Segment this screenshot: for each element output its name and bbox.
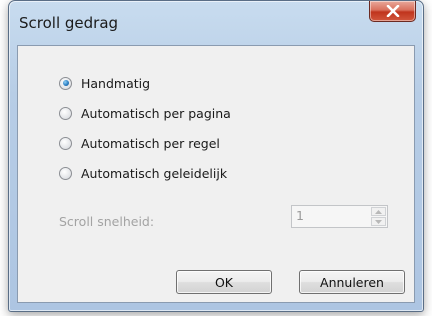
spin-down-button[interactable]	[371, 217, 386, 226]
spin-buttons	[371, 207, 386, 226]
radio-button[interactable]	[59, 166, 72, 180]
option-label: Automatisch geleidelijk	[81, 165, 228, 181]
radio-button[interactable]	[59, 136, 72, 150]
option-automatisch-per-regel[interactable]: Automatisch per regel	[59, 134, 220, 152]
close-icon	[386, 5, 399, 17]
scroll-speed-label: Scroll snelheid:	[59, 214, 155, 229]
radio-button[interactable]	[59, 106, 72, 120]
scroll-speed-value[interactable]: 1	[296, 208, 304, 223]
scroll-speed-spinner[interactable]: 1	[291, 205, 388, 228]
chevron-up-icon	[375, 209, 382, 214]
dialog-body: Handmatig Automatisch per pagina Automat…	[17, 45, 415, 303]
option-automatisch-per-pagina[interactable]: Automatisch per pagina	[59, 104, 231, 122]
option-handmatig[interactable]: Handmatig	[59, 74, 150, 92]
ok-button[interactable]: OK	[176, 270, 272, 294]
dialog-title: Scroll gedrag	[19, 14, 119, 32]
cancel-button[interactable]: Annuleren	[299, 270, 405, 294]
option-label: Automatisch per regel	[81, 135, 220, 151]
option-label: Handmatig	[81, 75, 151, 91]
radio-button-checked[interactable]	[59, 76, 72, 90]
option-label: Automatisch per pagina	[81, 105, 231, 121]
option-automatisch-geleidelijk[interactable]: Automatisch geleidelijk	[59, 164, 227, 182]
chevron-down-icon	[375, 219, 382, 224]
close-button[interactable]	[369, 1, 416, 22]
scroll-behavior-dialog: Scroll gedrag Handmatig Automatisch per …	[8, 0, 424, 312]
spin-up-button[interactable]	[371, 207, 386, 216]
